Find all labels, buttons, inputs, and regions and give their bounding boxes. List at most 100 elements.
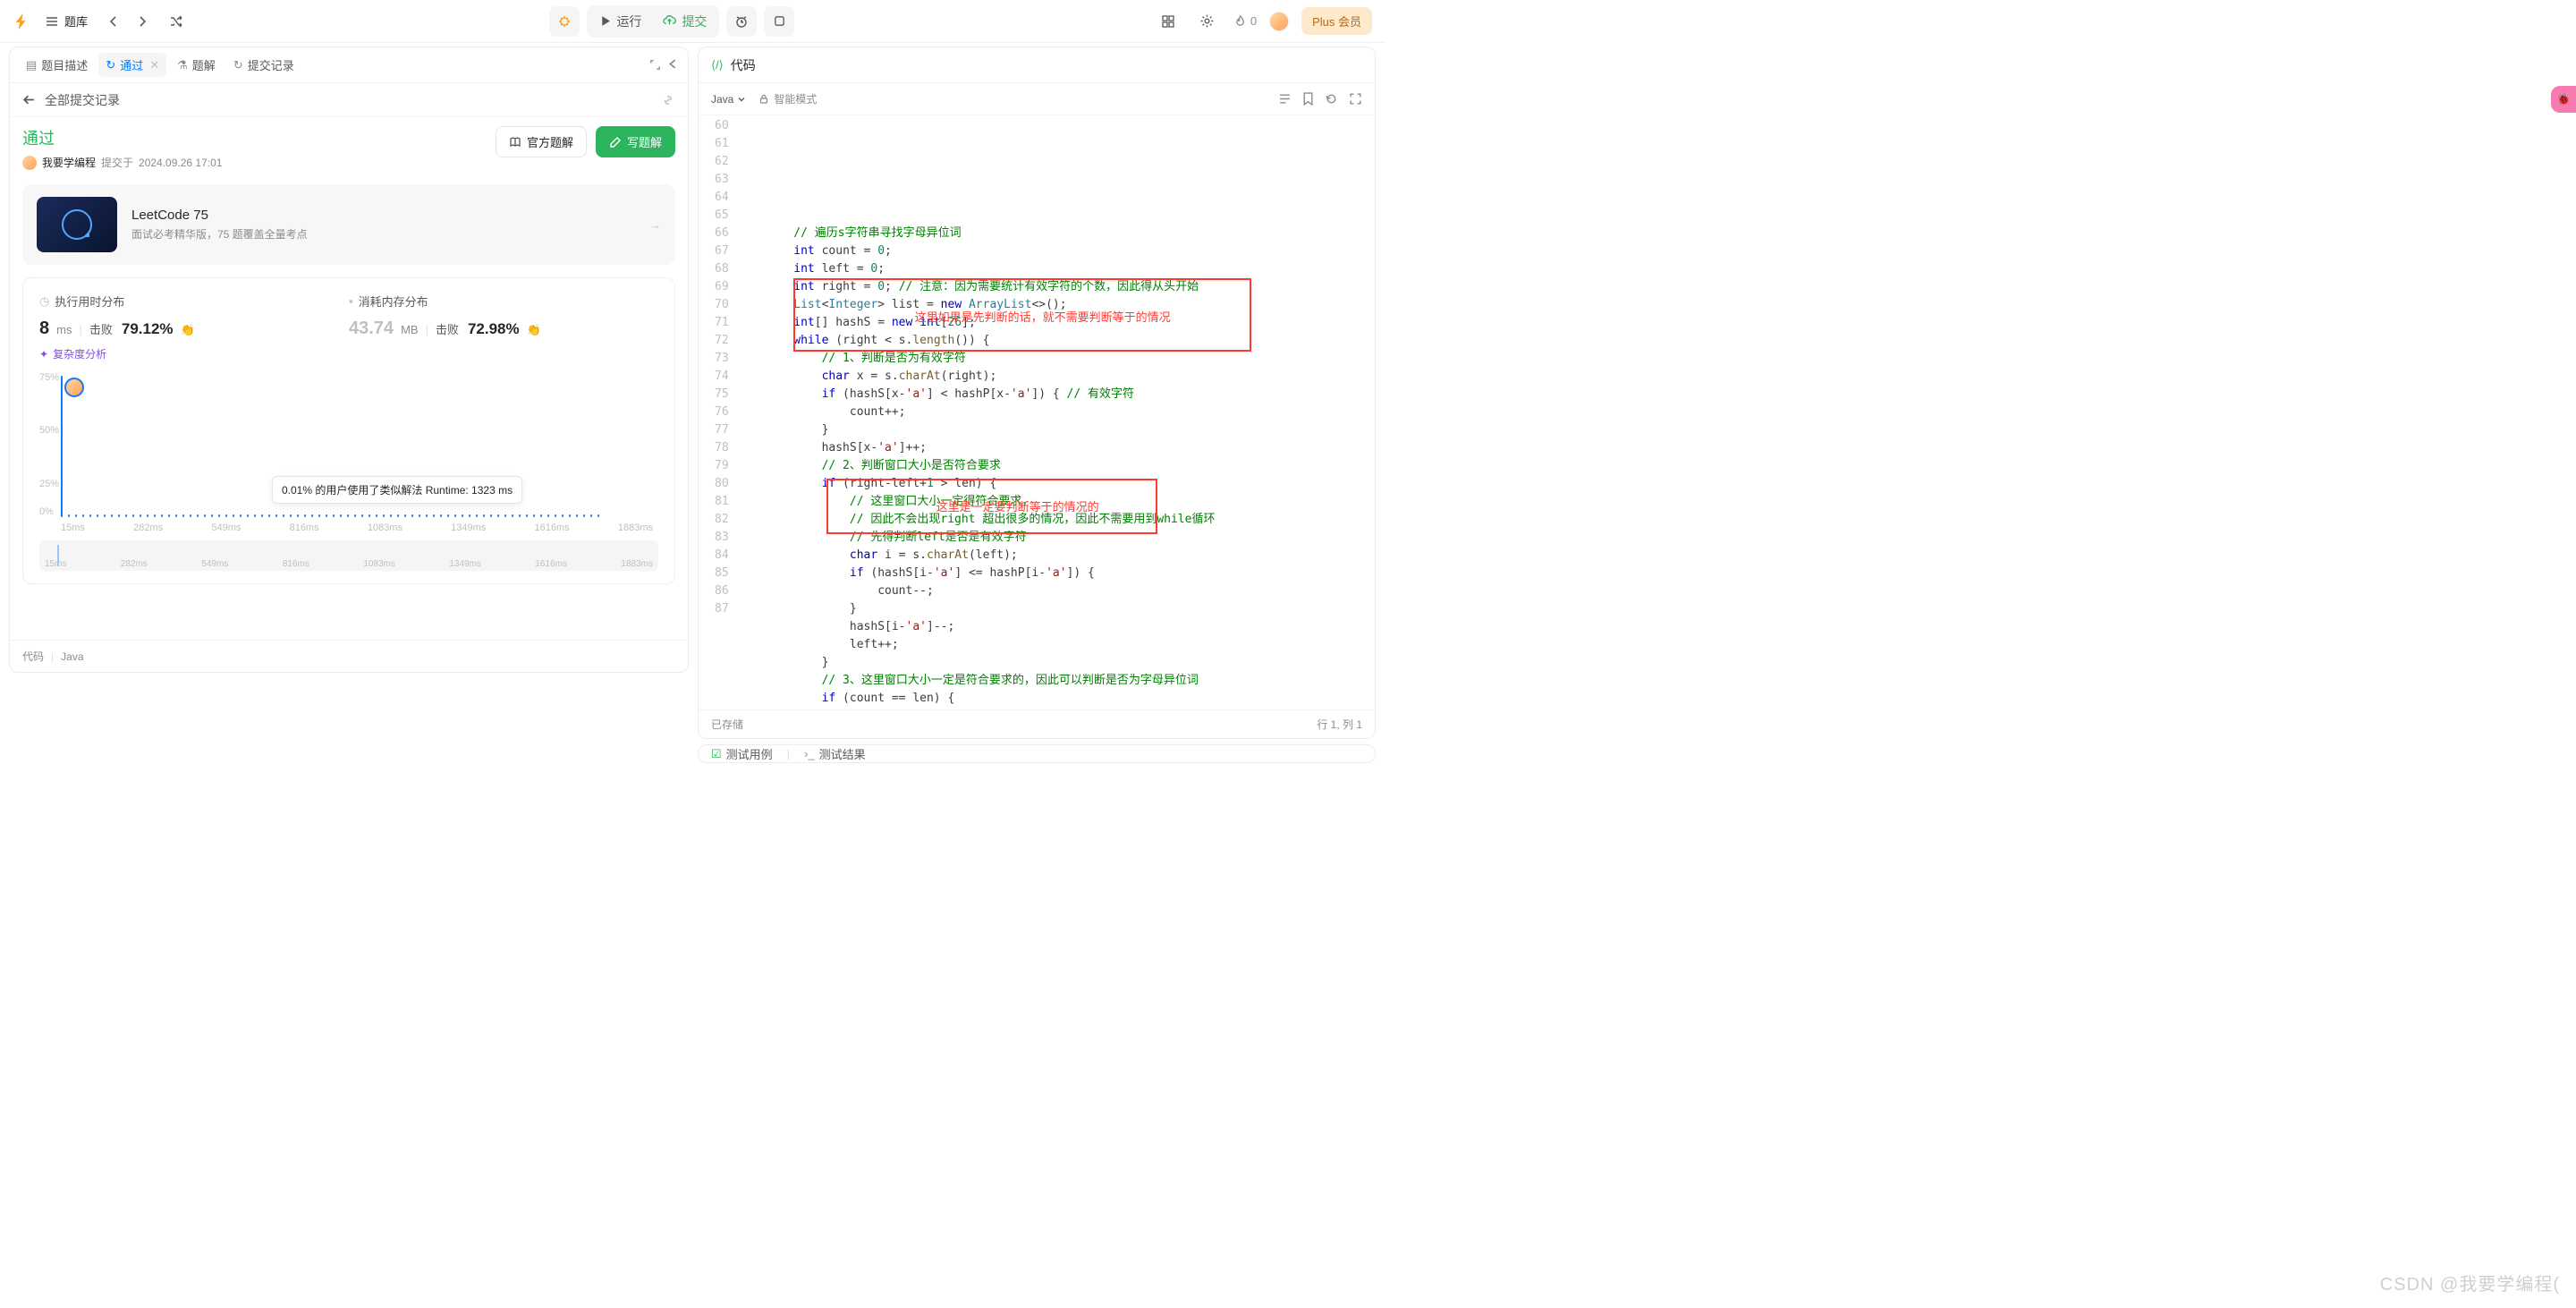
tab-testcase[interactable]: ☑测试用例: [711, 745, 773, 762]
close-icon[interactable]: ✕: [149, 58, 159, 72]
memory-value: 43.74: [349, 319, 394, 339]
annotation-text-2: 这里是一定要判断等于的情况的: [936, 498, 1099, 516]
right-controls: 0 Plus 会员: [1155, 7, 1372, 35]
lock-icon: [758, 94, 769, 105]
reset-button[interactable]: [1325, 92, 1338, 106]
feedback-badge[interactable]: 🐞: [2551, 86, 2576, 113]
breadcrumb-label[interactable]: 全部提交记录: [45, 91, 120, 109]
expand-icon: [648, 58, 662, 72]
smart-mode[interactable]: 智能模式: [758, 91, 817, 106]
memory-icon: ▪: [349, 294, 353, 308]
submit-button[interactable]: 提交: [654, 9, 716, 34]
streak[interactable]: 0: [1233, 14, 1257, 28]
shuffle-button[interactable]: [163, 8, 190, 35]
submitted-prefix: 提交于: [101, 155, 133, 170]
run-label: 运行: [616, 13, 641, 30]
gear-icon: [1199, 13, 1215, 29]
footer-code[interactable]: 代码: [22, 649, 44, 664]
expand-button[interactable]: [648, 58, 662, 72]
promo-title: LeetCode 75: [131, 208, 308, 223]
code-content[interactable]: 这里如果是先判断的话，就不需要判断等于的情况 这里是一定要判断等于的情况的 //…: [738, 115, 1375, 709]
fullscreen-icon: [1349, 92, 1362, 106]
collapse-button[interactable]: [667, 58, 679, 72]
chart-range-slider[interactable]: 15ms282ms549ms816ms1083ms1349ms1616ms188…: [39, 540, 658, 571]
leetcode-logo[interactable]: [13, 12, 32, 31]
run-button[interactable]: 运行: [590, 9, 650, 34]
chevron-down-icon: [737, 95, 746, 104]
prev-button[interactable]: [100, 8, 127, 35]
plus-badge[interactable]: Plus 会员: [1301, 7, 1372, 35]
tab-result[interactable]: ›_测试结果: [804, 745, 866, 762]
clap-icon: 👏: [181, 323, 195, 337]
settings-button[interactable]: [1194, 8, 1221, 35]
metrics-card: ◷执行用时分布 8 ms | 击败 79.12% 👏 ✦复杂度分析: [22, 277, 675, 584]
write-solution-button[interactable]: 写题解: [596, 126, 675, 157]
left-tabs: ▤题目描述 ↻通过✕ ⚗题解 ↻提交记录: [10, 47, 688, 83]
saved-label: 已存储: [711, 717, 743, 732]
status-title: 通过: [22, 126, 222, 149]
doc-icon: ▤: [26, 58, 37, 72]
center-controls: 运行 提交: [549, 5, 794, 38]
code-icon: ⟨/⟩: [711, 58, 724, 72]
streak-count: 0: [1250, 14, 1257, 28]
runtime-value: 8: [39, 319, 49, 339]
line-gutter: 6061626364656667686970717273747576777879…: [699, 115, 738, 709]
avatar[interactable]: [1269, 12, 1289, 31]
annotation-text-1: 这里如果是先判断的话，就不需要判断等于的情况: [915, 309, 1171, 327]
clap-icon: 👏: [527, 323, 541, 337]
tab-submissions[interactable]: ↻提交记录: [226, 53, 301, 77]
bug-icon: [557, 14, 572, 29]
bookmark-button[interactable]: [1302, 92, 1314, 106]
debug-button[interactable]: [549, 6, 580, 37]
next-button[interactable]: [129, 8, 156, 35]
back-icon[interactable]: [22, 93, 36, 106]
tab-editorial[interactable]: ⚗题解: [170, 53, 223, 77]
topbar: 题库 运行 提交: [0, 0, 1385, 43]
runtime-chart[interactable]: 75% 50% 25% 0% 0.01% 的用户使用了类似解法 Runtime:…: [39, 372, 658, 533]
play-icon: [599, 15, 611, 27]
bank-label: 题库: [64, 13, 88, 30]
code-panel: ⟨/⟩ 代码 Java 智能模式 60616263646566676869707…: [698, 47, 1376, 739]
memory-metric[interactable]: ▪消耗内存分布 43.74 MB | 击败 72.98% 👏: [349, 293, 658, 361]
layout-button[interactable]: [1155, 8, 1182, 35]
history-icon: ↻: [106, 58, 115, 72]
lines-icon: [1278, 92, 1292, 106]
memory-beats: 72.98%: [468, 320, 520, 338]
official-solution-button[interactable]: 官方题解: [496, 126, 587, 157]
arrow-right-icon: →: [649, 218, 661, 232]
submitted-time: 2024.09.26 17:01: [139, 157, 222, 169]
notes-button[interactable]: [764, 6, 794, 37]
runtime-metric[interactable]: ◷执行用时分布 8 ms | 击败 79.12% 👏 ✦复杂度分析: [39, 293, 349, 361]
avatar: [22, 156, 37, 170]
left-footer: 代码 | Java: [10, 640, 688, 672]
promo-card[interactable]: LeetCode 75 面试必考精华版，75 题覆盖全量考点 →: [22, 184, 675, 265]
chart-tooltip: 0.01% 的用户使用了类似解法 Runtime: 1323 ms: [272, 476, 522, 504]
clock-icon: ◷: [39, 294, 49, 309]
book-icon: [509, 136, 521, 149]
terminal-icon: ›_: [804, 747, 815, 760]
language-select[interactable]: Java: [711, 93, 746, 106]
grid-icon: [1161, 14, 1175, 29]
console-tabs: ☑测试用例 | ›_测试结果: [698, 744, 1376, 763]
list-icon: [45, 14, 59, 29]
flame-icon: [1233, 14, 1247, 28]
code-editor[interactable]: 6061626364656667686970717273747576777879…: [699, 115, 1375, 709]
footer-lang[interactable]: Java: [61, 650, 83, 663]
timer-button[interactable]: [726, 6, 757, 37]
breadcrumb: 全部提交记录: [10, 83, 688, 117]
submit-label: 提交: [682, 13, 707, 30]
code-tab: ⟨/⟩ 代码: [699, 47, 1375, 83]
fullscreen-button[interactable]: [1349, 92, 1362, 106]
link-icon[interactable]: [661, 93, 675, 107]
format-button[interactable]: [1278, 92, 1292, 106]
alarm-icon: [734, 14, 749, 29]
cloud-upload-icon: [663, 14, 676, 28]
complexity-link[interactable]: ✦复杂度分析: [39, 346, 106, 361]
tab-accepted[interactable]: ↻通过✕: [98, 53, 166, 77]
problem-bank[interactable]: 题库: [39, 13, 93, 30]
tab-description[interactable]: ▤题目描述: [19, 53, 95, 77]
code-title: 代码: [731, 56, 756, 74]
user-marker: [64, 378, 84, 397]
username[interactable]: 我要学编程: [42, 155, 96, 170]
chevron-left-icon: [667, 58, 679, 70]
